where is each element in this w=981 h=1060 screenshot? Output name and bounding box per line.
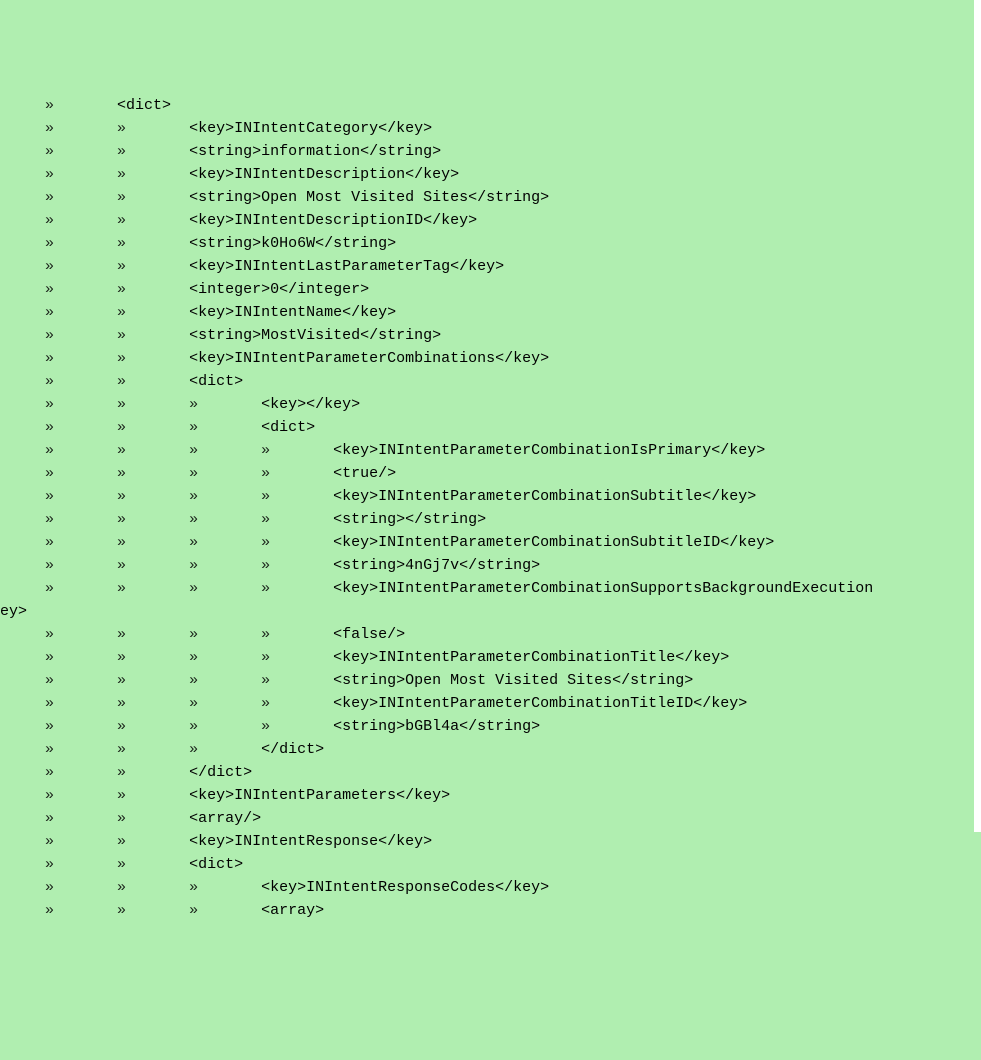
code-block: » <dict> » » <key>INIntentCategory</key>… [0, 94, 981, 922]
code-line: » » <key>INIntentLastParameterTag</key> [0, 255, 981, 278]
code-line: » » <array/> [0, 807, 981, 830]
code-line: » » <string>k0Ho6W</string> [0, 232, 981, 255]
code-line: » » <key>INIntentResponse</key> [0, 830, 981, 853]
code-line: » » » <array> [0, 899, 981, 922]
code-line: » » <key>INIntentParameterCombinations</… [0, 347, 981, 370]
code-line: » » <string>Open Most Visited Sites</str… [0, 186, 981, 209]
right-edge-strip [974, 0, 981, 832]
code-line: » » » » <string>bGBl4a</string> [0, 715, 981, 738]
code-line: » » <dict> [0, 853, 981, 876]
code-line: » » » <key></key> [0, 393, 981, 416]
code-line: » » <string>information</string> [0, 140, 981, 163]
code-line: » » » » <key>INIntentParameterCombinatio… [0, 577, 981, 600]
code-line: » » </dict> [0, 761, 981, 784]
code-line: » » » » <false/> [0, 623, 981, 646]
code-line: » » » » <key>INIntentParameterCombinatio… [0, 485, 981, 508]
code-line: » » » » <string></string> [0, 508, 981, 531]
code-line: » » » » <key>INIntentParameterCombinatio… [0, 646, 981, 669]
code-line: » » <key>INIntentCategory</key> [0, 117, 981, 140]
code-line: » » <key>INIntentDescriptionID</key> [0, 209, 981, 232]
code-line: » » » » <key>INIntentParameterCombinatio… [0, 692, 981, 715]
code-line: » » » » <true/> [0, 462, 981, 485]
code-line: » <dict> [0, 94, 981, 117]
code-line: » » <key>INIntentParameters</key> [0, 784, 981, 807]
code-line: » » » </dict> [0, 738, 981, 761]
code-line: » » » » <key>INIntentParameterCombinatio… [0, 439, 981, 462]
code-line: » » <integer>0</integer> [0, 278, 981, 301]
code-line: » » <dict> [0, 370, 981, 393]
code-line: » » <key>INIntentDescription</key> [0, 163, 981, 186]
code-line: » » <key>INIntentName</key> [0, 301, 981, 324]
code-line: » » » <dict> [0, 416, 981, 439]
code-line: » » » <key>INIntentResponseCodes</key> [0, 876, 981, 899]
code-line: » » <string>MostVisited</string> [0, 324, 981, 347]
code-line: » » » » <string>Open Most Visited Sites<… [0, 669, 981, 692]
code-line: » » » » <key>INIntentParameterCombinatio… [0, 531, 981, 554]
code-line-wrap: ey> [0, 600, 981, 623]
code-line: » » » » <string>4nGj7v</string> [0, 554, 981, 577]
